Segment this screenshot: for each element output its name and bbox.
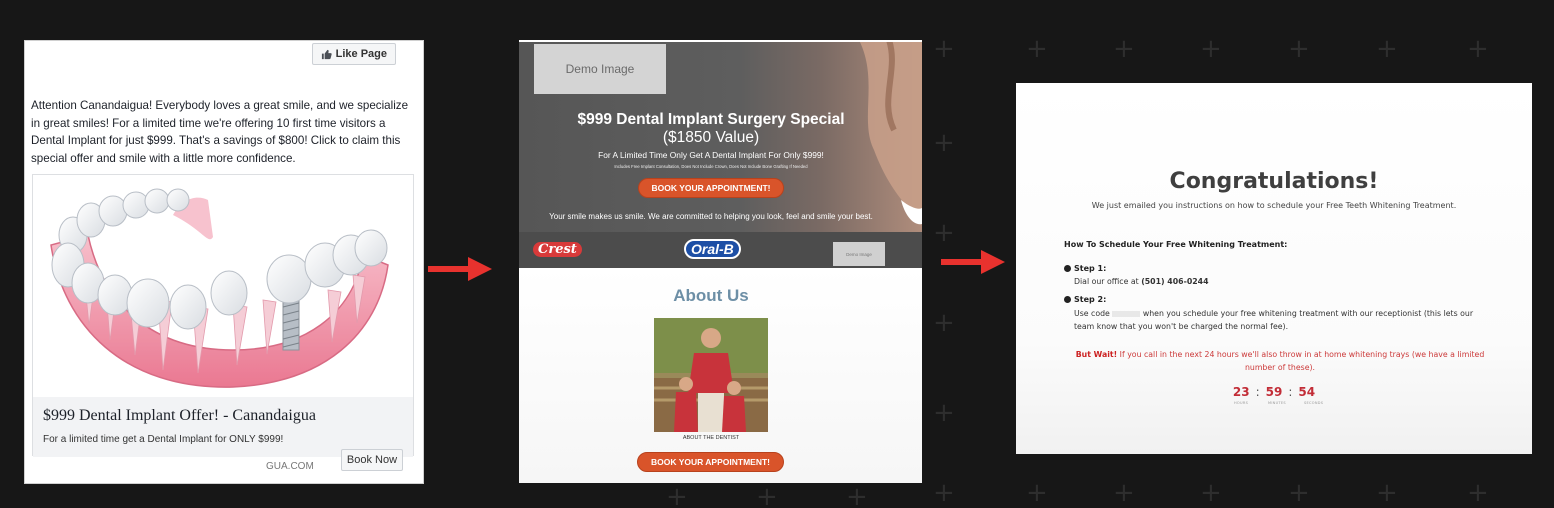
arrow-right-icon — [941, 250, 1005, 274]
ad-card-footer: $999 Dental Implant Offer! - Canandaigua… — [33, 397, 413, 457]
countdown-hours-label: HOURS — [1234, 401, 1249, 405]
hero-section: Demo Image $999 Dental Implant Surgery S… — [519, 40, 922, 232]
about-us-section: About Us ABOUT THE DENTIST BOOK YOUR APP… — [519, 268, 922, 483]
demo-image-logo: Demo Image — [534, 44, 666, 94]
thumbs-up-icon — [321, 49, 332, 59]
dentist-photo — [654, 318, 768, 432]
hero-tagline: Your smile makes us smile. We are commit… — [549, 212, 873, 221]
ad-description: For a limited time get a Dental Implant … — [43, 434, 284, 445]
step-1-label: Step 1: — [1064, 264, 1106, 273]
oral-b-logo: Oral-B — [684, 239, 741, 259]
bullet-icon — [1064, 296, 1071, 303]
hero-top-border — [519, 40, 922, 42]
ad-headline: $999 Dental Implant Offer! - Canandaigua — [43, 407, 316, 424]
arrow-right-icon — [428, 257, 492, 281]
congratulations-subtitle: We just emailed you instructions on how … — [1091, 201, 1457, 210]
countdown-minutes-label: MINUTES — [1268, 401, 1286, 405]
thank-you-page-panel: Congratulations! We just emailed you ins… — [1016, 83, 1532, 454]
ad-body-text: Attention Canandaigua! Everybody loves a… — [31, 99, 409, 165]
like-page-button[interactable]: Like Page — [311, 43, 396, 65]
step-2-text: Use code when you schedule your free whi… — [1074, 309, 1474, 331]
ad-link-card[interactable]: $999 Dental Implant Offer! - Canandaigua… — [32, 174, 414, 457]
hero-value: ($1850 Value) — [662, 129, 760, 146]
but-wait-text: But Wait! If you call in the next 24 hou… — [1075, 350, 1485, 372]
brand-logos-bar: Crest Oral-B Demo Image — [519, 232, 922, 268]
redacted-code — [1112, 311, 1141, 317]
facebook-ad-panel: Like Page Attention Canandaigua! Everybo… — [24, 40, 424, 484]
dentist-caption: ABOUT THE DENTIST — [682, 435, 740, 441]
countdown-seconds-label: SECONDS — [1304, 401, 1324, 405]
about-book-appointment-button[interactable]: BOOK YOUR APPOINTMENT! — [637, 452, 784, 472]
demo-image-small: Demo Image — [833, 242, 885, 266]
crest-logo: Crest — [533, 242, 582, 257]
ad-domain: GUA.COM — [266, 461, 314, 472]
about-us-title: About Us — [673, 286, 749, 305]
landing-page-panel: Demo Image $999 Dental Implant Surgery S… — [519, 40, 922, 483]
like-page-label: Like Page — [335, 48, 387, 60]
book-appointment-button[interactable]: BOOK YOUR APPOINTMENT! — [638, 178, 784, 198]
countdown-minutes: 59 — [1265, 385, 1283, 399]
countdown-timer: 23:59:54 — [1232, 385, 1316, 399]
schedule-heading: How To Schedule Your Free Whitening Trea… — [1064, 240, 1288, 249]
congratulations-title: Congratulations! — [1169, 169, 1379, 194]
hero-fine-print: Includes Free Implant Consultation, Does… — [614, 164, 808, 169]
step-2-label: Step 2: — [1064, 295, 1106, 304]
countdown-seconds: 54 — [1298, 385, 1316, 399]
bullet-icon — [1064, 265, 1071, 272]
step-1-text: Dial our office at (501) 406-0244 — [1074, 277, 1209, 286]
countdown-hours: 23 — [1232, 385, 1250, 399]
book-now-button[interactable]: Book Now — [341, 449, 403, 471]
hero-subtitle: For A Limited Time Only Get A Dental Imp… — [598, 150, 824, 160]
hero-title: $999 Dental Implant Surgery Special — [577, 111, 845, 128]
dental-implant-image — [33, 175, 413, 397]
phone-number[interactable]: (501) 406-0244 — [1141, 277, 1208, 286]
